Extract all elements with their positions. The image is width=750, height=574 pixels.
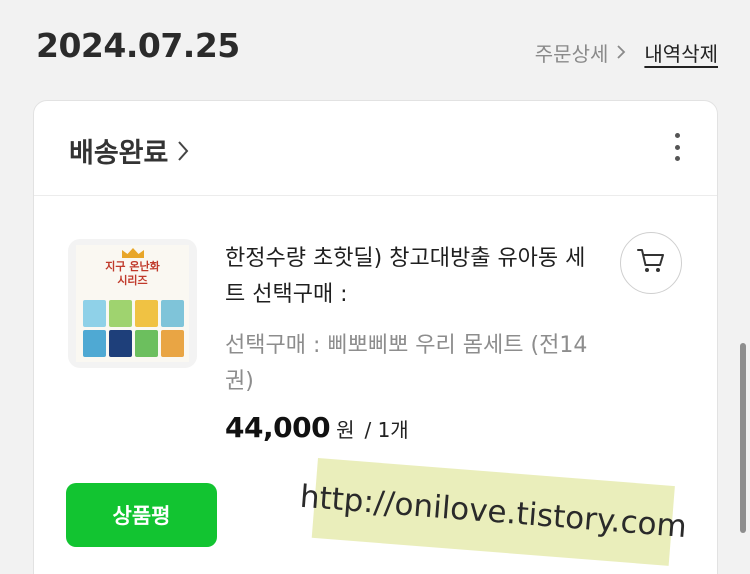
cart-icon: [636, 247, 666, 279]
thumbnail-title-line1: 지구 온난화: [105, 260, 160, 273]
header-links: 주문상세 내역삭제: [535, 38, 718, 67]
crown-icon: [122, 248, 144, 258]
card-header: 배송완료: [34, 101, 717, 196]
product-thumbnail[interactable]: 지구 온난화 시리즈: [68, 239, 197, 368]
delete-history-link[interactable]: 내역삭제: [644, 38, 718, 67]
delivery-status-link[interactable]: 배송완료: [69, 131, 190, 170]
write-review-button[interactable]: 상품평: [66, 483, 217, 547]
scrollbar[interactable]: [740, 343, 746, 533]
order-detail-link[interactable]: 주문상세: [535, 38, 627, 67]
product-option: 선택구매 : 삐뽀삐뽀 우리 몸세트 (전14권): [225, 333, 588, 394]
thumbnail-title-line2: 시리즈: [117, 274, 148, 287]
product-name[interactable]: 한정수량 초핫딜) 창고대방출 유아동 세트 선택구매 :: [225, 241, 597, 313]
delivery-status-label: 배송완료: [69, 138, 169, 169]
order-date: 2024.07.25: [36, 26, 240, 65]
order-history-page: 2024.07.25 주문상세 내역삭제 배송완료 지구 온난화 시리즈 한정수…: [0, 0, 750, 574]
product-price: 44,000: [225, 411, 331, 444]
book-covers: [83, 300, 184, 357]
price-line: 44,000 원 / 1개: [225, 411, 409, 444]
order-detail-label: 주문상세: [534, 42, 609, 66]
price-currency: 원: [336, 418, 355, 442]
more-options-button[interactable]: [667, 131, 687, 163]
more-vertical-icon: [674, 133, 680, 138]
chevron-right-icon: [176, 139, 190, 163]
chevron-right-icon: [616, 41, 626, 65]
add-to-cart-button[interactable]: [620, 232, 682, 294]
product-quantity: / 1개: [364, 418, 409, 442]
